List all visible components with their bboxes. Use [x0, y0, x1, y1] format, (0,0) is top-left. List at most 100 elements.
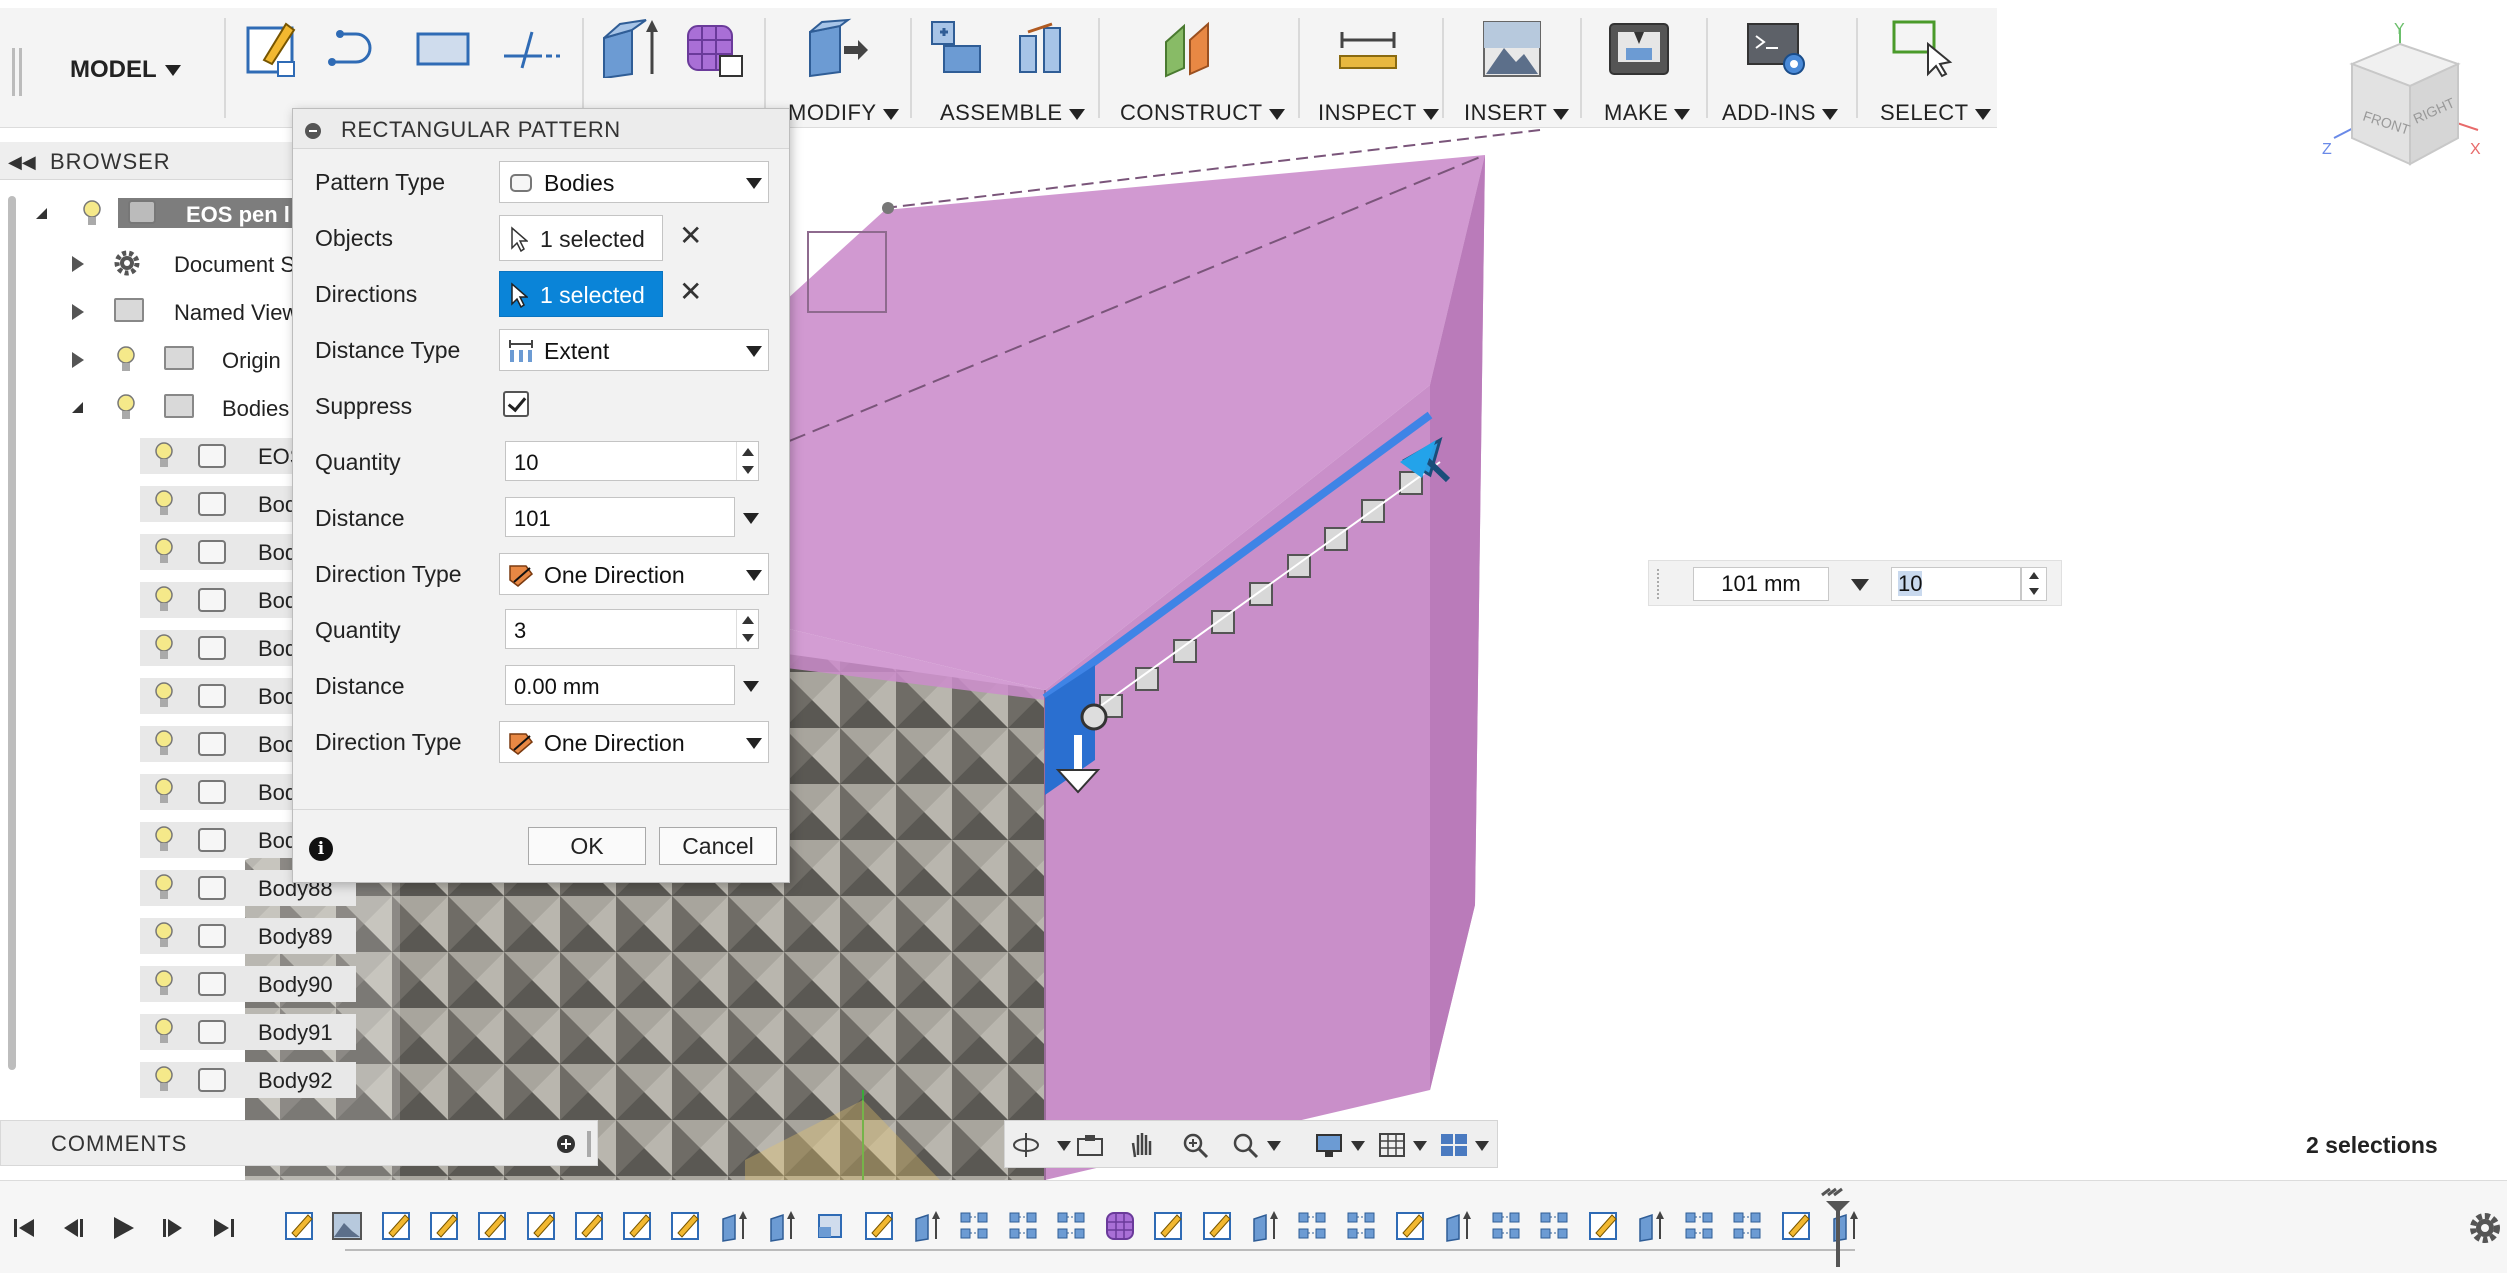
tree-root[interactable]: EOS pen l — [26, 194, 296, 236]
distance-input[interactable]: 0.00 mm — [505, 665, 735, 705]
browser-header[interactable]: ◀◀ BROWSER — [0, 142, 300, 180]
orbit-icon[interactable] — [1011, 1131, 1041, 1159]
decrement-icon[interactable] — [742, 466, 754, 474]
timeline-sketch-icon[interactable] — [862, 1209, 896, 1243]
timeline-pattern-icon[interactable] — [1296, 1209, 1330, 1243]
comments-panel[interactable]: COMMENTS — [0, 1120, 598, 1166]
toolbar-grip[interactable] — [12, 48, 22, 96]
visibility-bulb-icon[interactable] — [116, 394, 136, 422]
create-sketch-icon[interactable] — [238, 18, 308, 78]
visibility-bulb-icon[interactable] — [154, 1018, 174, 1046]
timeline-sketch-icon[interactable] — [1200, 1209, 1234, 1243]
extrude-icon[interactable] — [596, 18, 666, 78]
heads-up-quantity-stepper[interactable] — [2021, 567, 2047, 601]
rectangle-icon[interactable] — [410, 18, 480, 78]
zoom-window-icon[interactable] — [1231, 1131, 1261, 1159]
timeline-form-icon[interactable] — [1103, 1209, 1137, 1243]
increment-icon[interactable] — [2029, 572, 2039, 579]
timeline-sketch-icon[interactable] — [282, 1209, 316, 1243]
tree-item-named-views[interactable]: Named View — [60, 292, 300, 334]
timeline-pattern-icon[interactable] — [1007, 1209, 1041, 1243]
construct-plane-icon[interactable] — [1160, 18, 1230, 78]
heads-up-quantity-input[interactable]: 10 — [1891, 567, 2021, 601]
timeline-pattern-icon[interactable] — [1538, 1209, 1572, 1243]
timeline-extrude-icon[interactable] — [1248, 1209, 1282, 1243]
visibility-bulb-icon[interactable] — [154, 778, 174, 806]
timeline-image-icon[interactable] — [330, 1209, 364, 1243]
timeline-pattern-icon[interactable] — [1490, 1209, 1524, 1243]
list-item[interactable]: Body90 — [140, 964, 356, 1006]
grid-icon[interactable] — [1377, 1131, 1407, 1159]
timeline-extrude-icon[interactable] — [717, 1209, 751, 1243]
modify-menu[interactable]: MODIFY — [788, 100, 899, 126]
timeline-pattern-icon[interactable] — [1683, 1209, 1717, 1243]
timeline-extrude-icon[interactable] — [1441, 1209, 1475, 1243]
arc-icon[interactable] — [320, 18, 390, 78]
directions-selection-button[interactable]: 1 selected — [499, 271, 663, 317]
visibility-bulb-icon[interactable] — [154, 970, 174, 998]
panel-grip[interactable] — [587, 1131, 591, 1157]
timeline-sketch-icon[interactable] — [524, 1209, 558, 1243]
visibility-bulb-icon[interactable] — [154, 1066, 174, 1094]
tree-item-document-settings[interactable]: Document S — [60, 244, 300, 286]
measure-icon[interactable] — [1334, 18, 1404, 78]
insert-image-icon[interactable] — [1478, 18, 1548, 78]
visibility-bulb-icon[interactable] — [82, 200, 102, 228]
visibility-bulb-icon[interactable] — [154, 874, 174, 902]
chevron-down-icon[interactable] — [1475, 1141, 1489, 1151]
make-menu[interactable]: MAKE — [1604, 100, 1691, 126]
timeline-sketch-icon[interactable] — [668, 1209, 702, 1243]
visibility-bulb-icon[interactable] — [154, 490, 174, 518]
chevron-down-icon[interactable] — [1351, 1141, 1365, 1151]
display-settings-icon[interactable] — [1315, 1131, 1345, 1159]
chevron-down-icon[interactable] — [1413, 1141, 1427, 1151]
timeline-pattern-icon[interactable] — [1731, 1209, 1765, 1243]
decrement-icon[interactable] — [742, 634, 754, 642]
add-ins-menu[interactable]: ADD-INS — [1722, 100, 1838, 126]
workspace-switcher[interactable]: MODEL — [70, 56, 181, 84]
timeline-box-icon[interactable] — [813, 1209, 847, 1243]
drag-handle[interactable] — [1657, 569, 1661, 599]
add-comment-icon[interactable] — [557, 1135, 575, 1153]
quantity-stepper[interactable]: 10 — [505, 441, 759, 481]
collapse-browser-icon[interactable]: ◀◀ — [8, 152, 36, 173]
timeline-pattern-icon[interactable] — [1055, 1209, 1089, 1243]
inspect-menu[interactable]: INSPECT — [1318, 100, 1439, 126]
timeline-marker[interactable] — [1816, 1187, 1856, 1267]
suppress-checkbox[interactable] — [503, 391, 529, 417]
zoom-icon[interactable] — [1181, 1131, 1211, 1159]
timeline-pattern-icon[interactable] — [1345, 1209, 1379, 1243]
visibility-bulb-icon[interactable] — [154, 586, 174, 614]
list-item[interactable]: Body91 — [140, 1012, 356, 1054]
cancel-button[interactable]: Cancel — [659, 827, 777, 865]
objects-selection-button[interactable]: 1 selected — [499, 215, 663, 261]
timeline-pattern-icon[interactable] — [958, 1209, 992, 1243]
visibility-bulb-icon[interactable] — [154, 826, 174, 854]
visibility-bulb-icon[interactable] — [154, 730, 174, 758]
direction-type-dropdown[interactable]: One Direction — [499, 553, 769, 595]
timeline-sketch-icon[interactable] — [379, 1209, 413, 1243]
increment-icon[interactable] — [742, 448, 754, 456]
chevron-down-icon[interactable] — [1267, 1141, 1281, 1151]
as-built-joint-icon[interactable] — [1010, 18, 1080, 78]
browser-scrollbar[interactable] — [8, 196, 16, 1070]
assemble-joint-icon[interactable] — [926, 18, 996, 78]
viewports-icon[interactable] — [1439, 1131, 1469, 1159]
construct-menu[interactable]: CONSTRUCT — [1120, 100, 1285, 126]
chevron-down-icon[interactable] — [1851, 579, 1869, 591]
ok-button[interactable]: OK — [528, 827, 646, 865]
increment-icon[interactable] — [742, 616, 754, 624]
timeline-extrude-icon[interactable] — [910, 1209, 944, 1243]
visibility-bulb-icon[interactable] — [154, 682, 174, 710]
select-icon[interactable] — [1890, 18, 1960, 78]
heads-up-distance-input[interactable]: 101 mm — [1693, 567, 1829, 601]
timeline-sketch-icon[interactable] — [620, 1209, 654, 1243]
collapse-dialog-icon[interactable] — [305, 123, 321, 139]
viewcube[interactable]: Y X Z FRONT RIGHT — [2318, 20, 2488, 180]
quantity-stepper[interactable]: 3 — [505, 609, 759, 649]
timeline-sketch-icon[interactable] — [475, 1209, 509, 1243]
visibility-bulb-icon[interactable] — [154, 922, 174, 950]
decrement-icon[interactable] — [2029, 588, 2039, 595]
dialog-title-bar[interactable]: RECTANGULAR PATTERN — [293, 109, 789, 149]
visibility-bulb-icon[interactable] — [154, 442, 174, 470]
